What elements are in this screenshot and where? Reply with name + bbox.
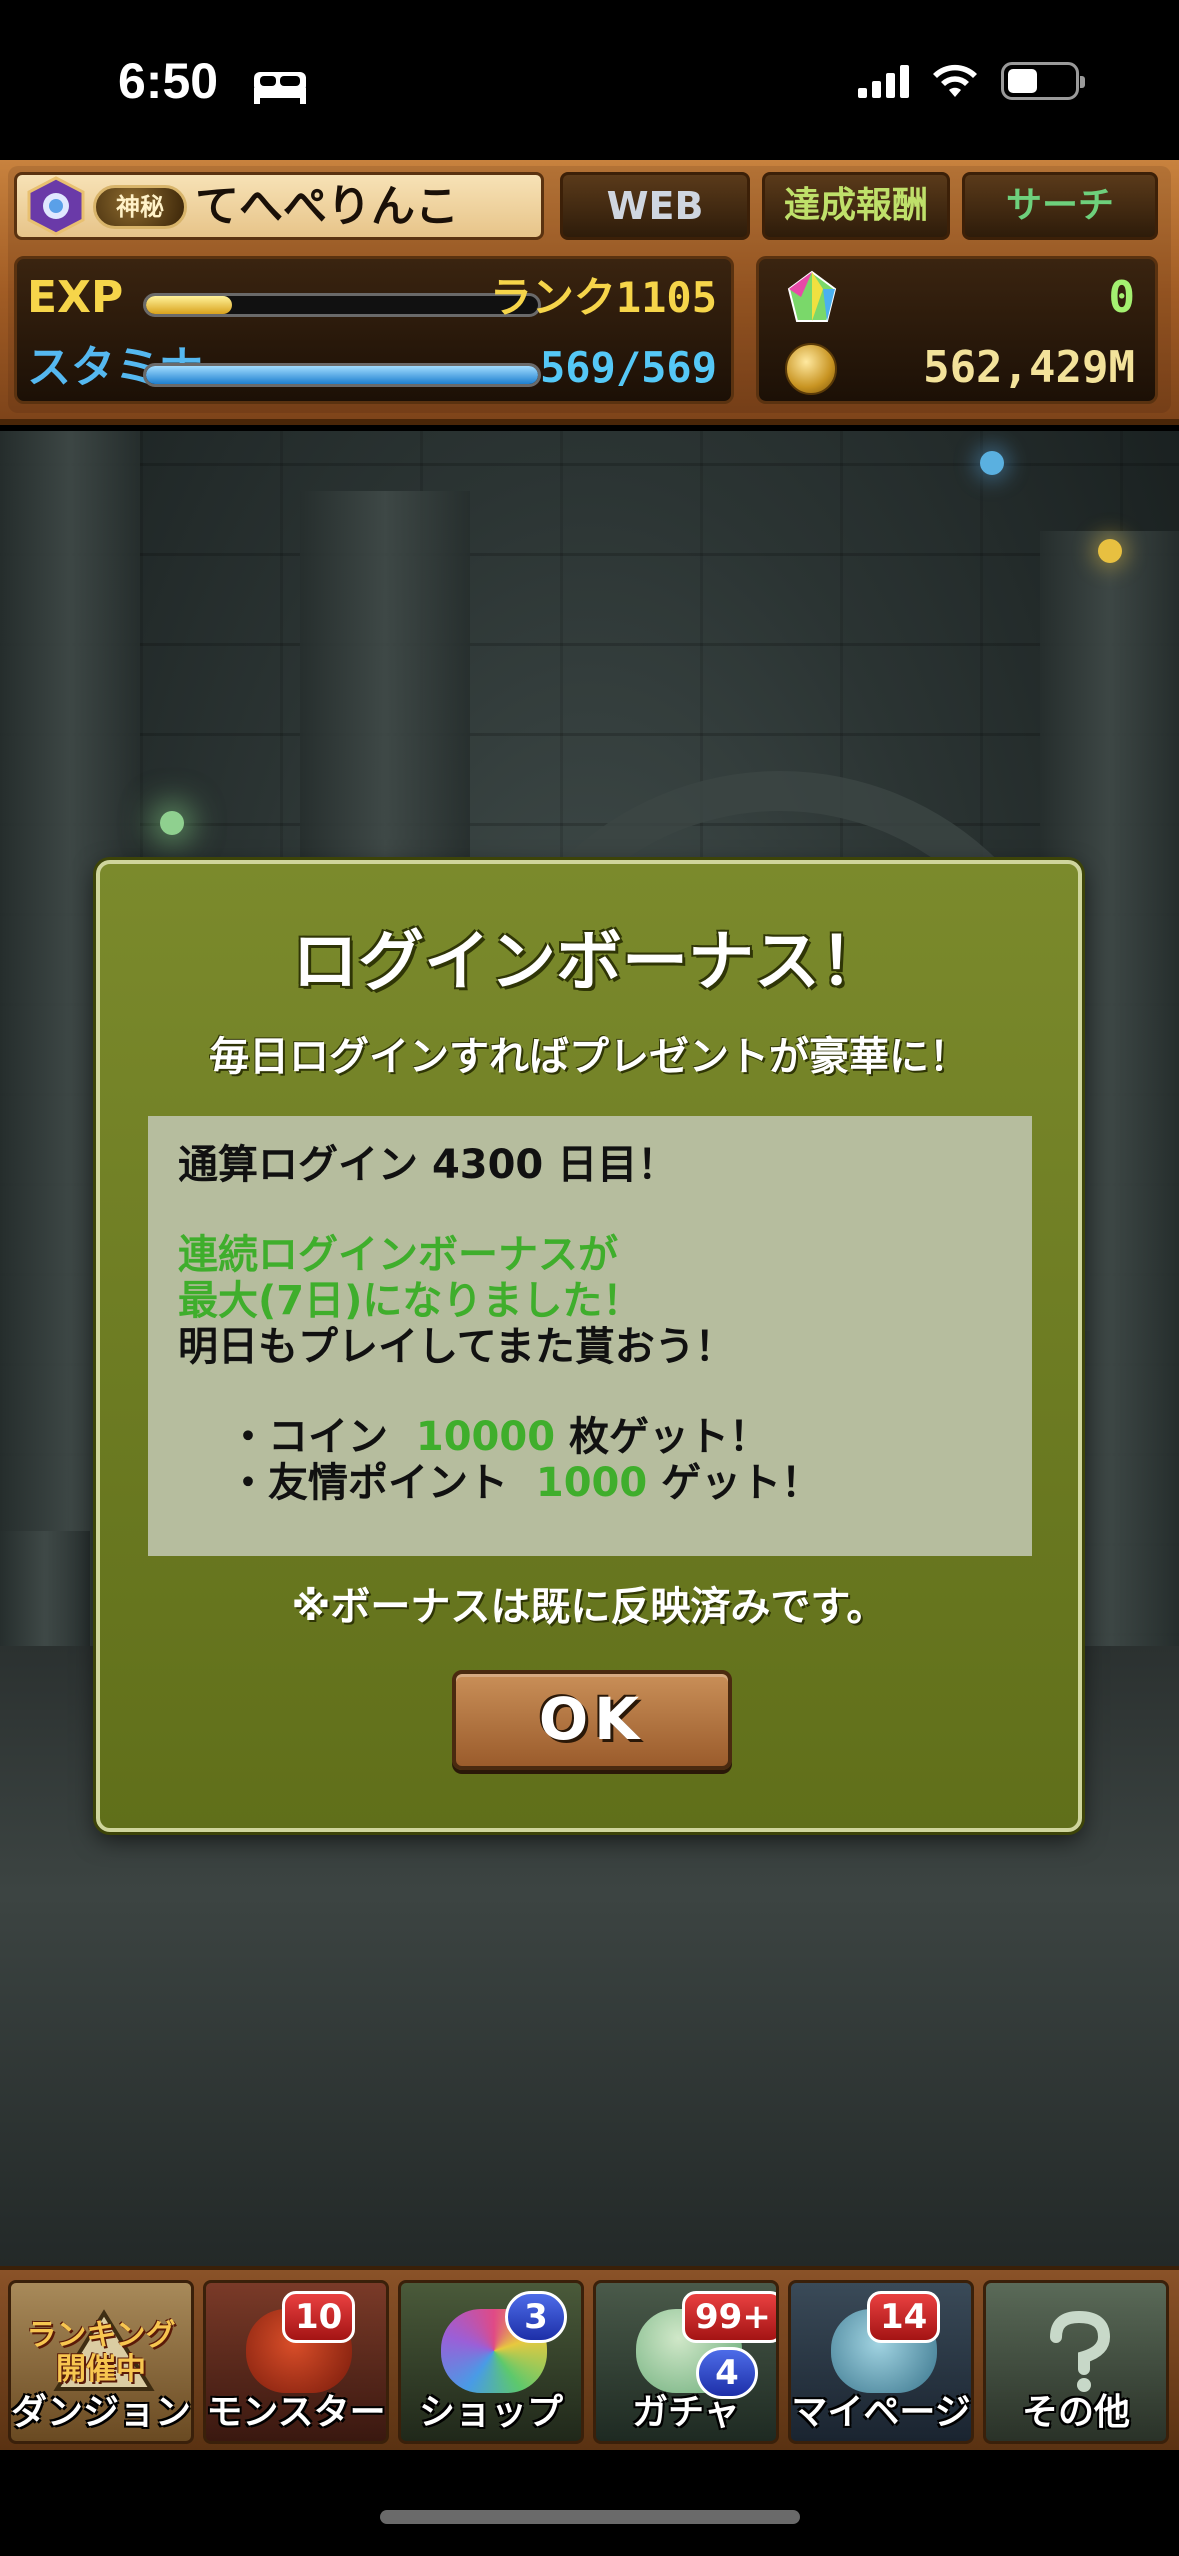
stamina-gauge <box>143 363 541 387</box>
dialog-message-box: 通算ログイン 4300 日目！ 連続ログインボーナスが 最大(7日)になりました… <box>148 1116 1032 1556</box>
coin-icon <box>785 343 837 395</box>
nav-shop-label: ショップ <box>418 2392 563 2433</box>
nav-monster-label: モンスター <box>206 2392 386 2433</box>
exp-label: EXP <box>27 272 124 323</box>
rank-value: ランク1105 <box>489 273 717 322</box>
login-bonus-dialog: ログインボーナス！ 毎日ログインすればプレゼントが豪華に！ 通算ログイン 430… <box>96 860 1082 1832</box>
nav-dungeon[interactable]: ランキング 開催中 ダンジョン <box>8 2280 194 2444</box>
reward-coin-amount: 10000 <box>415 1414 556 1460</box>
wifi-icon <box>933 64 977 97</box>
nav-mypage[interactable]: 14 マイページ <box>788 2280 974 2444</box>
rank-emblem-icon <box>27 176 85 236</box>
dialog-note: ※ボーナスは既に反映済みです。 <box>291 1584 887 1630</box>
ok-button[interactable]: OK <box>452 1670 732 1770</box>
magic-stone-row[interactable]: 0 <box>759 263 1155 333</box>
total-login-line: 通算ログイン 4300 日目！ <box>178 1142 677 1188</box>
achievement-rewards-button[interactable]: 達成報酬 <box>762 172 950 240</box>
nav-dungeon-label: ダンジョン <box>11 2392 192 2433</box>
streak-line-2: 最大(7日)になりました！ <box>178 1278 643 1324</box>
home-indicator-area <box>0 2450 1179 2556</box>
magic-stone-icon <box>787 270 837 322</box>
reward-friend-line: ・友情ポイント 1000 ゲット！ <box>228 1460 821 1506</box>
dialog-title: ログインボーナス！ <box>292 923 886 1000</box>
reward-friend-suffix: ゲット！ <box>661 1460 822 1506</box>
search-button[interactable]: サーチ <box>962 172 1158 240</box>
shop-badge: 3 <box>505 2291 567 2343</box>
title-badge: 神秘 <box>93 185 187 229</box>
monster-badge: 10 <box>282 2291 356 2343</box>
player-stats-panel: EXP ランク1105 スタミナ 569/569 <box>14 256 734 404</box>
stamina-row: スタミナ 569/569 <box>17 333 731 403</box>
player-name: てへぺりんこ <box>195 181 459 232</box>
total-login-suffix: 日目！ <box>557 1142 678 1188</box>
reward-coin-prefix: ・コイン <box>228 1414 388 1460</box>
nav-shop[interactable]: 3 ショップ <box>398 2280 584 2444</box>
sleep-bed-icon <box>254 72 306 104</box>
reward-friend-amount: 1000 <box>535 1460 648 1506</box>
bottom-nav: ランキング 開催中 ダンジョン 10 モンスター 3 ショップ 99+ 4 ガチ… <box>0 2266 1179 2450</box>
coin-count: 562,429M <box>923 342 1135 393</box>
nav-others-label: その他 <box>1021 2392 1130 2433</box>
currency-panel: 0 562,429M <box>756 256 1158 404</box>
home-indicator[interactable] <box>380 2510 800 2524</box>
total-login-prefix: 通算ログイン <box>178 1142 418 1188</box>
ranking-event-label: ランキング 開催中 <box>26 2318 176 2387</box>
exp-row: EXP ランク1105 <box>17 263 731 333</box>
gacha-badge: 99+ <box>682 2291 776 2343</box>
reward-coin-suffix: 枚ゲット！ <box>568 1414 769 1460</box>
nav-gacha-label: ガチャ <box>632 2392 740 2433</box>
nav-others[interactable]: その他 <box>983 2280 1169 2444</box>
others-question-icon <box>1050 2310 1111 2392</box>
tomorrow-line: 明日もプレイしてまた貰おう！ <box>178 1324 735 1370</box>
coin-row: 562,429M <box>759 333 1155 403</box>
nav-mypage-label: マイページ <box>791 2392 971 2433</box>
web-button[interactable]: WEB <box>560 172 750 240</box>
reward-friend-prefix: ・友情ポイント <box>228 1460 508 1506</box>
stamina-value: 569/569 <box>539 343 717 392</box>
status-bar: 6:50 <box>0 0 1179 160</box>
nav-gacha[interactable]: 99+ 4 ガチャ <box>593 2280 779 2444</box>
exp-gauge-fill <box>146 296 233 314</box>
dialog-subtitle: 毎日ログインすればプレゼントが豪華に！ <box>209 1034 969 1080</box>
battery-icon <box>1001 62 1085 100</box>
exp-gauge <box>143 293 541 317</box>
streak-line-1: 連続ログインボーナスが <box>178 1232 618 1278</box>
reward-coin-line: ・コイン 10000 枚ゲット！ <box>228 1414 769 1460</box>
game-header: 神秘 てへぺりんこ WEB 達成報酬 サーチ EXP ランク1105 スタミナ … <box>0 160 1179 425</box>
status-time: 6:50 <box>118 53 219 109</box>
stamina-gauge-fill <box>146 366 538 384</box>
mypage-badge: 14 <box>867 2291 941 2343</box>
magic-stone-count: 0 <box>1108 272 1136 323</box>
signal-icon <box>858 64 909 98</box>
total-login-days: 4300 <box>431 1142 544 1188</box>
player-name-bar[interactable]: 神秘 てへぺりんこ <box>14 172 544 240</box>
nav-monster[interactable]: 10 モンスター <box>203 2280 389 2444</box>
